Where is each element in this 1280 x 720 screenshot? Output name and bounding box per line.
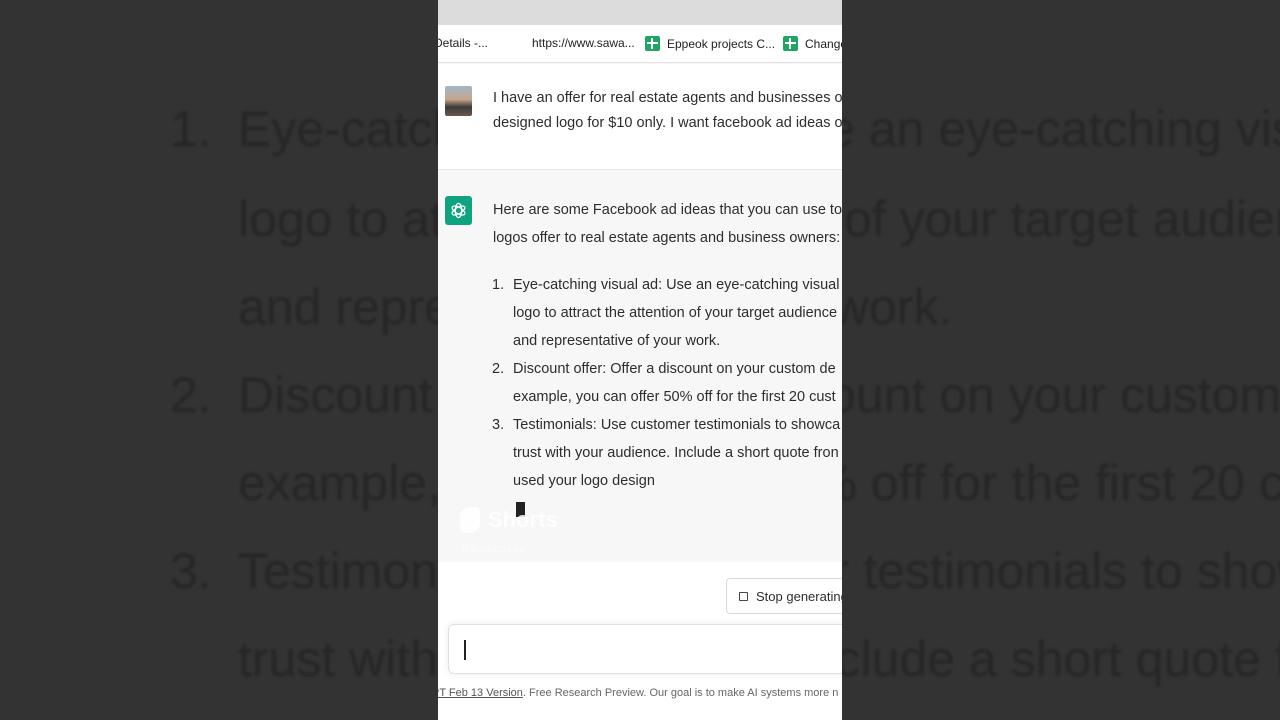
bookmark-change[interactable]: Change xyxy=(783,36,842,51)
shorts-label: Shorts xyxy=(488,507,558,532)
shorts-watermark: Shorts xyxy=(460,507,558,533)
user-message: I have an offer for real estate agents a… xyxy=(438,64,842,170)
channel-handle: @ib-csaros.ns xyxy=(460,544,525,555)
sheets-icon xyxy=(783,36,798,51)
assistant-intro-line: Here are some Facebook ad ideas that you… xyxy=(493,202,842,218)
list-number: 2. xyxy=(492,361,505,377)
bookmarks-bar: Details -... https://www.sawa... Eppeok … xyxy=(438,25,842,63)
list-item-line: logo to attract the attention of your ta… xyxy=(513,305,838,321)
bookmark-label: Change xyxy=(805,36,842,51)
list-number: 3. xyxy=(492,417,505,433)
browser-top-bar xyxy=(438,0,842,25)
list-item-line: and representative of your work. xyxy=(513,333,721,349)
stop-generating-button[interactable]: Stop generating xyxy=(726,578,842,614)
list-item-line: trust with your audience. Include a shor… xyxy=(513,445,839,461)
list-item-line: Eye-catching visual ad: Use an eye-catch… xyxy=(513,277,840,293)
version-link[interactable]: PT Feb 13 Version xyxy=(438,687,523,699)
list-item-line: Discount offer: Offer a discount on your… xyxy=(513,361,836,377)
bookmark-sawa[interactable]: https://www.sawa... xyxy=(532,36,635,50)
bookmark-label: Details -... xyxy=(438,36,489,50)
chat-window: Details -... https://www.sawa... Eppeok … xyxy=(438,0,842,720)
sheets-icon xyxy=(645,36,660,51)
chatgpt-logo-icon xyxy=(445,196,472,225)
list-item-line: used your logo design xyxy=(513,473,655,489)
user-message-line: I have an offer for real estate agents a… xyxy=(493,90,842,106)
assistant-intro-line: logos offer to real estate agents and bu… xyxy=(493,230,841,246)
composer-area: Stop generating PT Feb 13 Version. Free … xyxy=(438,562,842,720)
shorts-logo-icon xyxy=(460,507,480,533)
list-number: 1. xyxy=(492,277,505,293)
footer-note: PT Feb 13 Version. Free Research Preview… xyxy=(438,687,838,699)
list-item-line: Testimonials: Use customer testimonials … xyxy=(513,417,841,433)
footer-text: . Free Research Preview. Our goal is to … xyxy=(522,687,839,699)
text-caret xyxy=(464,640,466,660)
assistant-message: Here are some Facebook ad ideas that you… xyxy=(438,171,842,561)
stop-icon xyxy=(739,591,748,601)
bookmark-eppeok[interactable]: Eppeok projects C... xyxy=(645,36,775,51)
message-input[interactable] xyxy=(448,624,842,674)
user-avatar xyxy=(445,86,472,116)
user-message-line: designed logo for $10 only. I want faceb… xyxy=(493,115,842,131)
bookmark-label: Eppeok projects C... xyxy=(667,36,776,51)
stop-label: Stop generating xyxy=(756,588,842,604)
bookmark-label: https://www.sawa... xyxy=(532,36,635,50)
list-item-line: example, you can offer 50% off for the f… xyxy=(513,389,836,405)
bookmark-details[interactable]: Details -... xyxy=(438,36,488,50)
